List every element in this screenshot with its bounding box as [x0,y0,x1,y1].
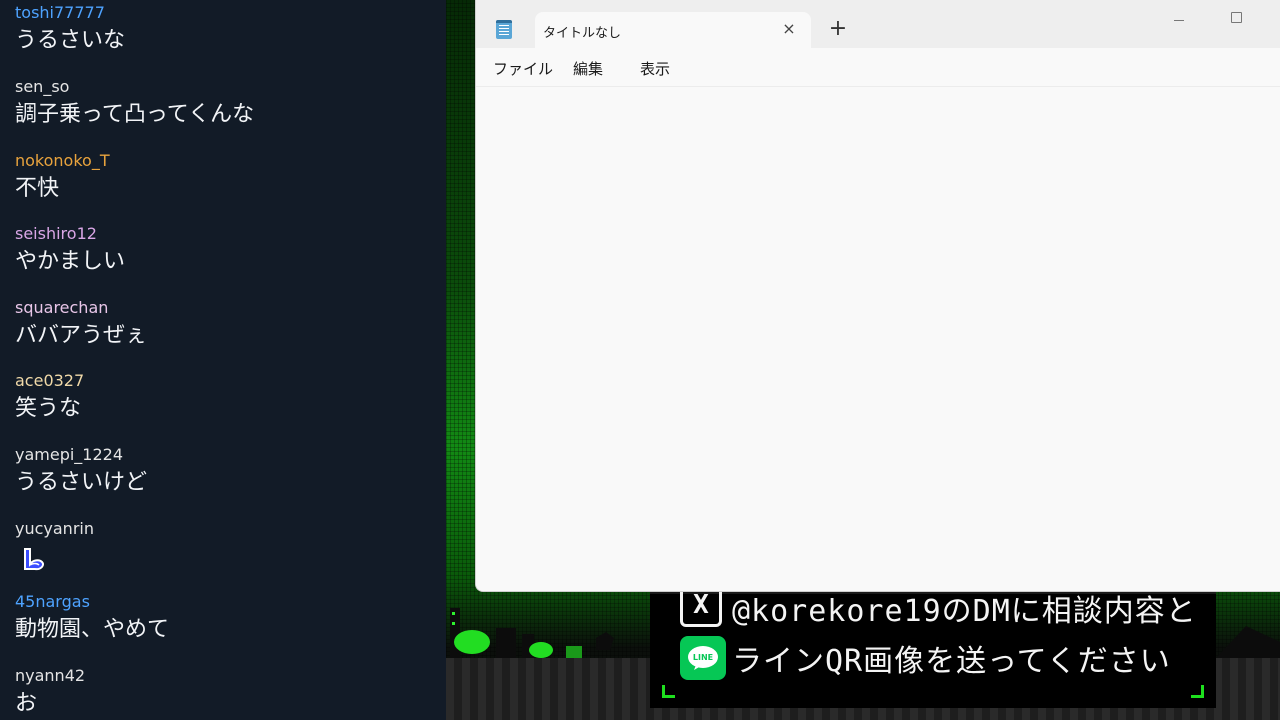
chat-text: やかましい [15,249,126,274]
menu-file[interactable]: ファイル [493,58,553,79]
chat-message: yucyanrin [15,519,94,579]
close-tab-icon[interactable]: × [779,19,799,39]
chat-text: お [15,691,38,716]
chat-text: 不快 [15,176,60,201]
chat-text: ババアうぜぇ [15,323,148,348]
line-app-icon: LINE [680,636,726,680]
chat-message: toshi77777 うるさいな [15,3,125,57]
banner-corner [1191,685,1204,698]
banner-corner [662,685,675,698]
chat-message: seishiro12 やかましい [15,224,125,278]
chat-text: うるさいけど [15,470,148,495]
menu-bar: ファイル 編集 表示 [476,48,1280,87]
chat-username[interactable]: ace0327 [15,371,84,391]
text-editor-area[interactable] [476,87,1280,591]
menu-view[interactable]: 表示 [640,58,670,79]
blue-swirl-emote-icon [24,548,45,571]
game-info-banner: X @korekore19のDMに相談内容と LINE ラインQR画像を送ってく… [650,592,1216,708]
chat-username[interactable]: sen_so [15,77,254,97]
chat-username[interactable]: yamepi_1224 [15,445,147,465]
notepad-app-icon [496,20,512,39]
chat-username[interactable]: yucyanrin [15,519,94,539]
chat-username[interactable]: squarechan [15,298,147,318]
x-logo-icon: X [680,592,722,627]
tab-title: タイトルなし [543,25,622,40]
chat-text: うるさいな [15,28,126,53]
chat-username[interactable]: nokonoko_T [15,151,110,171]
chat-emote-row [15,539,94,579]
chat-message: 45nargas 動物園、やめて [15,592,169,646]
maximize-button[interactable] [1213,4,1259,32]
chat-message: nyann42 お [15,666,85,720]
chat-text: 動物園、やめて [15,617,170,642]
chat-username[interactable]: seishiro12 [15,224,125,244]
tab-untitled[interactable]: タイトルなし × [535,12,811,48]
chat-message: nokonoko_T 不快 [15,151,110,205]
notepad-window: タイトルなし × + ファイル 編集 表示 [475,0,1280,592]
line-icon-label: LINE [693,653,713,662]
chat-username[interactable]: nyann42 [15,666,85,686]
chat-text: 笑うな [15,396,82,421]
chat-text: 調子乗って凸ってくんな [15,102,255,127]
chat-message: ace0327 笑うな [15,371,84,425]
new-tab-button[interactable]: + [826,18,850,42]
minimize-button[interactable] [1156,4,1202,32]
chat-message: squarechan ババアうぜぇ [15,298,147,352]
chat-username[interactable]: toshi77777 [15,3,125,23]
chat-message: yamepi_1224 うるさいけど [15,445,147,499]
title-bar[interactable]: タイトルなし × + [476,0,1280,48]
menu-edit[interactable]: 編集 [573,58,603,79]
banner-line-qr: ラインQR画像を送ってください [732,644,1171,679]
line-bubble-icon: LINE [688,646,718,670]
chat-message: sen_so 調子乗って凸ってくんな [15,77,254,131]
banner-line-dm: @korekore19のDMに相談内容と [732,594,1197,629]
chat-username[interactable]: 45nargas [15,592,169,612]
chat-panel: toshi77777 うるさいな sen_so 調子乗って凸ってくんな noko… [0,0,446,720]
